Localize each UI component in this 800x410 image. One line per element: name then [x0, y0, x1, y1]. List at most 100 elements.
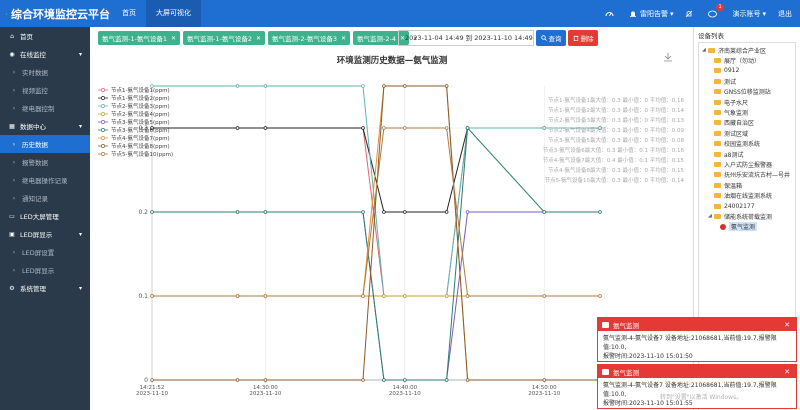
query-button[interactable]: 查询 — [536, 30, 566, 46]
sidebar-item[interactable]: ⌂ 首页 — [0, 27, 90, 45]
sidebar-item[interactable]: ▣ LED屏显示 ▾ — [0, 225, 90, 243]
data-point — [263, 126, 268, 130]
tree-node[interactable]: 氨气监测 — [699, 222, 795, 232]
folder-icon — [714, 172, 721, 178]
data-point — [150, 294, 154, 298]
close-icon[interactable]: ✕ — [784, 368, 790, 376]
tree-node[interactable]: 校园监测系统 — [699, 139, 795, 149]
legend-marker — [101, 112, 105, 116]
alarm-menu[interactable]: 雷阳告警 ▾ — [629, 9, 673, 19]
device-tag[interactable]: 氨气监测-1-氨气设备2 ✕ — [183, 31, 265, 45]
tree-node[interactable]: 保温箱 — [699, 180, 795, 190]
folder-icon — [714, 89, 721, 95]
data-point — [465, 378, 470, 382]
tree-node-label: 气象监测 — [724, 110, 749, 118]
topnav-home[interactable]: 首页 — [112, 0, 146, 27]
date-range-input[interactable]: 2023-11-04 14:49 到 2023-11-10 14:49 — [398, 30, 534, 46]
brand[interactable]: 综合环境监控云平台 — [0, 6, 110, 22]
tree-node[interactable]: 测试 — [699, 76, 795, 86]
tag-label: 氨气监测-2-氨气设备3 — [272, 35, 337, 43]
sidebar-item[interactable]: ◉ 在线监控 ▾ — [0, 45, 90, 63]
device-tag[interactable]: 氨气监测-2-氨气设备3 ✕ — [268, 31, 350, 45]
sidebar-item[interactable]: ⚙ 系统管理 ▾ — [0, 279, 90, 297]
trash-icon — [573, 35, 578, 41]
tree-node-label: 抚州乐安流坑古村—号井 — [724, 172, 791, 180]
stats-label: 节点3-氨气设备5最大值：0.3 最小值：0 平均值：0.08 — [548, 136, 684, 144]
y-tick-label: 0.2 — [138, 209, 148, 216]
stats-label: 节点4-氨气设备8最大值：0.3 最小值：0 平均值：0.15 — [548, 166, 684, 174]
legend-label: 节点1-氨气设备2(ppm) — [111, 94, 170, 102]
legend-label: 节点1-氨气设备1(ppm) — [111, 86, 170, 94]
tree-node-label: 济南莱综合产业区 — [718, 47, 767, 55]
tree-node[interactable]: 抚州乐安流坑古村—号井 — [699, 170, 795, 180]
data-point — [403, 210, 407, 214]
sidebar-item[interactable]: › 通知记录 — [0, 189, 90, 207]
sidebar-item[interactable]: › 继电器操作记录 — [0, 171, 90, 189]
mute-button[interactable] — [685, 10, 696, 18]
sidebar-item[interactable]: ▦ 数据中心 ▾ — [0, 117, 90, 135]
close-icon[interactable]: ✕ — [171, 35, 176, 42]
data-point — [361, 294, 365, 298]
sidebar-item-label: 系统管理 — [20, 285, 46, 293]
top-nav: 首页 大屏可视化 — [112, 0, 201, 27]
tree-node[interactable]: 24002177 — [699, 201, 795, 211]
device-tag[interactable]: 氨气监测-1-氨气设备1 ✕ — [98, 31, 180, 45]
data-point — [542, 294, 546, 298]
close-icon[interactable]: ✕ — [256, 35, 261, 42]
tree-node-label: 油烟在线监测系统 — [724, 193, 773, 201]
tree-node[interactable]: 油烟在线监测系统 — [699, 190, 795, 200]
tree-node-label: 西藏自治区 — [724, 120, 755, 128]
sidebar-item-label: 首页 — [20, 33, 33, 41]
tree-node[interactable]: a8测试 — [699, 149, 795, 159]
delete-button[interactable]: 删除 — [568, 30, 598, 46]
close-icon[interactable]: ✕ — [784, 321, 790, 329]
folder-icon — [714, 110, 721, 116]
dashboard-button[interactable] — [605, 10, 617, 17]
data-point — [403, 378, 407, 382]
sidebar-item[interactable]: › LED屏显示 — [0, 261, 90, 279]
chevron-right-icon: › — [12, 86, 16, 94]
sidebar: ⌂ 首页 ◉ 在线监控 ▾ › 实时数据 › 视频监控 › 继电器控制 ▦ 数据中心 ▾ › 历史数据 › 报警数… — [0, 27, 90, 410]
legend-marker — [101, 104, 105, 108]
logout-link[interactable]: 退出 — [778, 9, 792, 19]
tree-node-label: GNSS位移监测站 — [724, 89, 771, 97]
notification-badge: 1 — [716, 3, 724, 11]
sidebar-item[interactable]: › LED屏设置 — [0, 243, 90, 261]
alert-popup: 氨气监测 ✕ 氨气监测-4-氨气设备7 设备地址:21068681,当前值:19… — [597, 317, 797, 362]
sidebar-item-label: 数据中心 — [20, 123, 46, 131]
sidebar-item[interactable]: › 继电器控制 — [0, 99, 90, 117]
stats-label: 节点3-氨气设备6最大值：0.3 最小值：0.1 平均值：0.16 — [543, 146, 685, 154]
alert-title: 氨气监测 — [613, 368, 639, 377]
sidebar-item-label: 视频监控 — [22, 87, 48, 95]
alert-popup: 氨气监测 ✕ 氨气监测-4-氨气设备7 设备地址:21068681,当前值:19… — [597, 364, 797, 409]
tree-node[interactable]: 展厅（勿动） — [699, 55, 795, 65]
legend-label: 节点3-氨气设备5(ppm) — [111, 118, 170, 126]
sidebar-item[interactable]: › 视频监控 — [0, 81, 90, 99]
tree-node[interactable]: ◢ 储能系统荷载监测 — [699, 211, 795, 221]
tree-node[interactable]: 测试区域 — [699, 128, 795, 138]
legend-label: 节点2-氨气设备3(ppm) — [111, 102, 170, 110]
sidebar-item[interactable]: › 实时数据 — [0, 63, 90, 81]
notification-button[interactable]: 1 — [708, 3, 724, 18]
search-icon — [540, 35, 547, 41]
tree-node-label: 储能系统荷载监测 — [724, 213, 773, 221]
topnav-visualization[interactable]: 大屏可视化 — [146, 0, 201, 27]
tree-node[interactable]: 0912 — [699, 66, 795, 76]
tree-node[interactable]: 西藏自治区 — [699, 118, 795, 128]
x-tick-date: 2023-11-10 — [389, 391, 421, 397]
tree-node[interactable]: 气象监测 — [699, 107, 795, 117]
tree-node[interactable]: 电子水尺 — [699, 97, 795, 107]
tree-node[interactable]: ◢ 济南莱综合产业区 — [699, 45, 795, 55]
close-icon[interactable]: ✕ — [341, 35, 346, 42]
sidebar-item[interactable]: › 历史数据 — [0, 135, 90, 153]
chevron-down-icon: ▾ — [78, 284, 82, 292]
tree-node[interactable]: 入户式防尘报警器 — [699, 159, 795, 169]
sidebar-item[interactable]: › 报警数据 — [0, 153, 90, 171]
tree-node[interactable]: GNSS位移监测站 — [699, 87, 795, 97]
data-point — [361, 126, 365, 130]
data-point — [542, 126, 546, 130]
data-point — [361, 210, 365, 214]
chevron-down-icon: ▾ — [78, 50, 82, 58]
account-menu[interactable]: 演示账号 ▾ — [732, 9, 766, 19]
sidebar-item[interactable]: ▭ LED大屏管理 — [0, 207, 90, 225]
